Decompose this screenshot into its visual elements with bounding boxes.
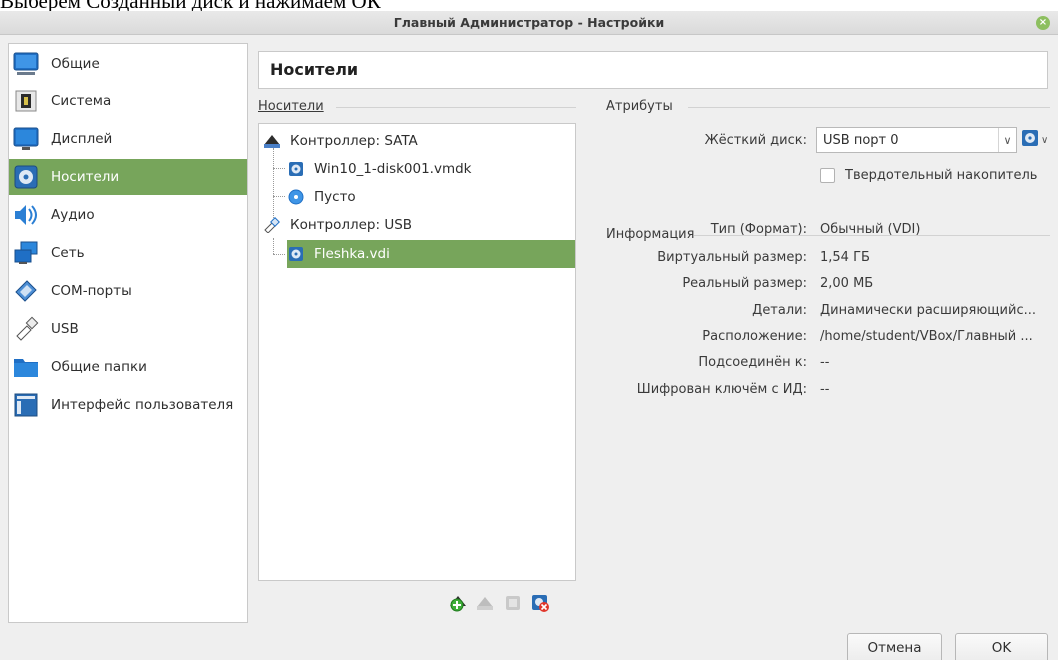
tree-item-label: Пусто [314, 189, 356, 205]
hard-disk-icon [1021, 129, 1039, 151]
sidebar-item-label: USB [51, 321, 79, 337]
section-divider [688, 107, 1050, 108]
display-icon [12, 125, 40, 153]
sidebar-item-label: Дисплей [51, 131, 113, 147]
sidebar-item-user-interface[interactable]: Интерфейс пользователя [9, 387, 247, 423]
sata-controller-icon [263, 132, 281, 150]
sidebar-item-general[interactable]: Общие [9, 46, 247, 82]
page-header: Носители [258, 51, 1048, 89]
section-divider [336, 107, 576, 108]
info-key-attached-to: Подсоединён к: [698, 355, 807, 370]
tree-branch-line [273, 254, 285, 255]
hard-disk-slot-select[interactable]: USB порт 0 ∨ [816, 127, 1017, 153]
sidebar-item-storage[interactable]: Носители [9, 159, 247, 195]
cancel-button[interactable]: Отмена [847, 633, 942, 660]
settings-sidebar: Общие Система Дисплей Носители Аудио Сет… [8, 43, 248, 623]
tree-controller-sata[interactable]: Контроллер: SATA [263, 127, 575, 155]
tree-controller-usb[interactable]: Контроллер: USB [263, 211, 575, 239]
serial-port-icon [12, 277, 40, 305]
storage-tree[interactable]: Контроллер: SATA Win10_1-disk001.vmdk Пу… [258, 123, 576, 581]
info-key-encryption: Шифрован ключём с ИД: [636, 382, 807, 397]
add-controller-icon[interactable] [447, 592, 469, 614]
sidebar-item-label: COM-порты [51, 283, 132, 299]
hard-disk-icon [287, 245, 305, 263]
tree-item-label: Контроллер: SATA [290, 133, 418, 149]
info-value-virtual-size: 1,54 ГБ [820, 250, 870, 265]
remove-controller-icon[interactable] [474, 592, 496, 614]
remove-attachment-icon[interactable] [529, 592, 551, 614]
info-key-location: Расположение: [702, 329, 807, 344]
chevron-down-icon: ∨ [998, 128, 1016, 152]
tree-branch-line [273, 196, 285, 197]
storage-icon [12, 163, 40, 191]
monitor-icon [12, 50, 40, 78]
usb-controller-icon [263, 216, 281, 234]
settings-window: Общие Система Дисплей Носители Аудио Сет… [0, 35, 1058, 660]
sidebar-item-audio[interactable]: Аудио [9, 197, 247, 233]
sidebar-item-label: Аудио [51, 207, 95, 223]
close-icon[interactable]: × [1036, 16, 1050, 30]
sidebar-item-label: Система [51, 93, 112, 109]
tree-item-disk[interactable]: Win10_1-disk001.vmdk [287, 155, 575, 183]
info-key-details: Детали: [752, 303, 807, 318]
audio-icon [12, 201, 40, 229]
usb-icon [12, 315, 40, 343]
sidebar-item-label: Общие папки [51, 359, 147, 375]
chevron-down-icon: ∨ [1041, 134, 1049, 146]
network-icon [12, 239, 40, 267]
sidebar-item-label: Общие [51, 56, 100, 72]
attributes-section-label: Атрибуты [606, 99, 673, 114]
optical-disc-icon [287, 188, 305, 206]
sidebar-item-network[interactable]: Сеть [9, 235, 247, 271]
info-key-type: Тип (Формат): [710, 222, 807, 237]
choose-disk-button[interactable]: ∨ [1021, 127, 1055, 153]
sidebar-item-shared-folders[interactable]: Общие папки [9, 349, 247, 385]
info-value-type: Обычный (VDI) [820, 222, 921, 237]
information-section-label: Информация [606, 227, 695, 242]
hard-disk-label: Жёсткий диск: [704, 133, 807, 148]
storage-section-label: Носители [258, 99, 324, 114]
sidebar-item-label: Интерфейс пользователя [51, 397, 234, 413]
window-title: Главный Администратор - Настройки [393, 15, 665, 30]
info-value-attached-to: -- [820, 355, 830, 370]
tree-branch-line [273, 168, 285, 169]
hard-disk-slot-value: USB порт 0 [823, 132, 899, 148]
folder-icon [12, 353, 40, 381]
window-titlebar: Главный Администратор - Настройки × [0, 11, 1058, 35]
chip-icon [12, 87, 40, 115]
sidebar-item-com-ports[interactable]: COM-порты [9, 273, 247, 309]
sidebar-item-system[interactable]: Система [9, 83, 247, 119]
screenshot-caption: Выберем Созданный диск и нажимаем ОК [0, 0, 381, 13]
info-value-details: Динамически расширяющийс... [820, 303, 1036, 318]
sidebar-item-usb[interactable]: USB [9, 311, 247, 347]
sidebar-item-display[interactable]: Дисплей [9, 121, 247, 157]
hard-disk-icon [287, 160, 305, 178]
tree-item-optical[interactable]: Пусто [287, 183, 575, 211]
info-key-virtual-size: Виртуальный размер: [657, 250, 807, 265]
tree-item-label: Fleshka.vdi [314, 246, 390, 262]
ssd-checkbox[interactable] [820, 168, 835, 183]
add-attachment-icon[interactable] [502, 592, 524, 614]
page-title: Носители [270, 60, 359, 79]
info-key-actual-size: Реальный размер: [682, 276, 807, 291]
info-value-actual-size: 2,00 МБ [820, 276, 874, 291]
info-value-location: /home/student/VBox/Главный ... [820, 329, 1033, 344]
sidebar-item-label: Носители [51, 169, 120, 185]
user-interface-icon [12, 391, 40, 419]
ok-button[interactable]: OK [955, 633, 1048, 660]
ssd-label: Твердотельный накопитель [845, 168, 1038, 183]
sidebar-item-label: Сеть [51, 245, 85, 261]
tree-branch-line [273, 238, 274, 254]
tree-item-label: Win10_1-disk001.vmdk [314, 161, 472, 177]
tree-item-label: Контроллер: USB [290, 217, 413, 233]
tree-item-disk-selected[interactable]: Fleshka.vdi [287, 240, 575, 268]
info-value-encryption: -- [820, 382, 830, 397]
